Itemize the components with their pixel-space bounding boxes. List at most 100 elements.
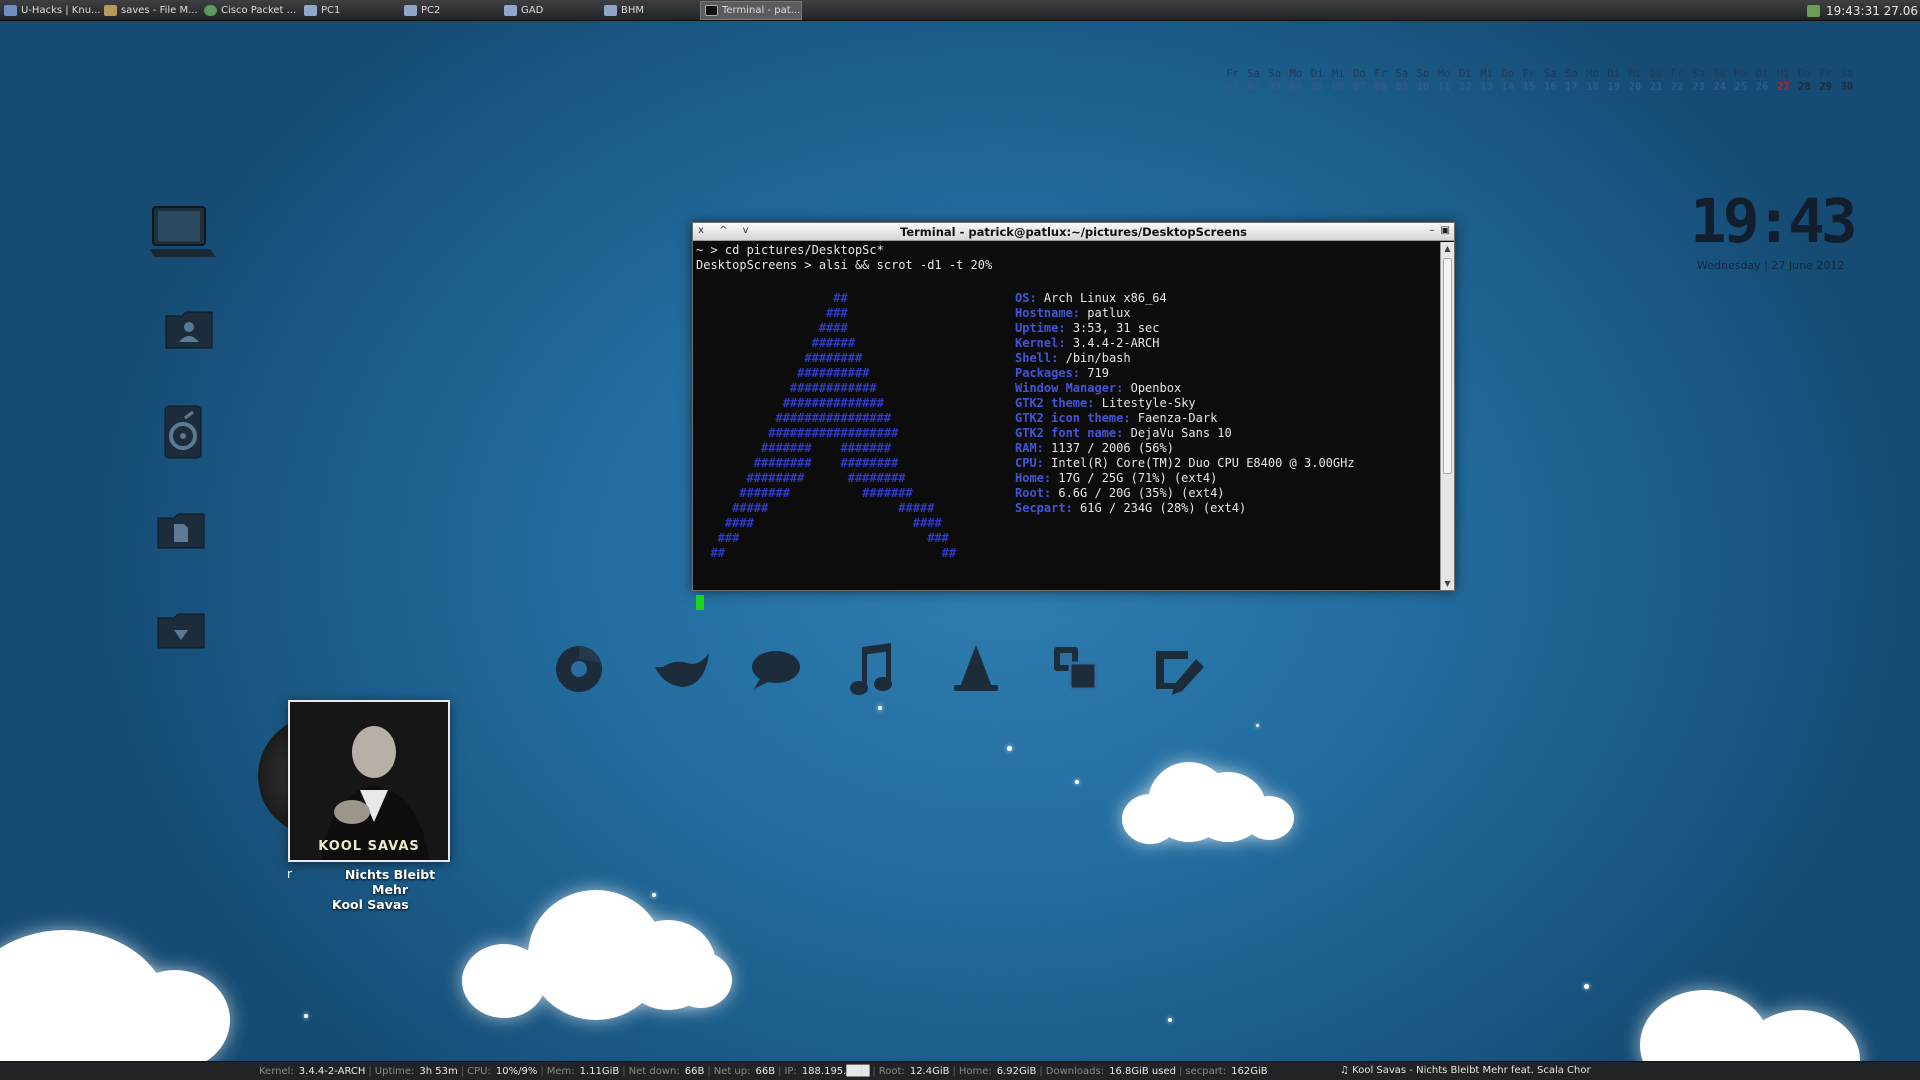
info-key: GTK2 icon theme: — [1015, 411, 1131, 425]
system-info: OS: Arch Linux x86_64 Hostname: patlux Upt… — [1015, 291, 1355, 516]
task-button[interactable]: saves - File M... — [100, 1, 200, 20]
network-icon[interactable] — [1806, 4, 1820, 17]
task-label: Terminal - pat... — [722, 5, 801, 16]
terminal-scrollbar[interactable]: ▲ ▼ — [1440, 242, 1454, 590]
music-icon[interactable] — [848, 643, 896, 703]
info-value: Litestyle-Sky — [1101, 396, 1196, 410]
minimize-icon[interactable]: – — [1430, 225, 1435, 236]
maximize-icon[interactable]: ▣ — [1441, 225, 1450, 236]
editor-icon[interactable] — [1154, 645, 1206, 701]
documents-folder-icon[interactable] — [156, 512, 206, 554]
status-item: Net down: 66B | — [628, 1065, 711, 1077]
status-value: 12.4GiB — [909, 1065, 950, 1077]
status-item: Uptime: 3h 53m | — [374, 1065, 465, 1077]
status-item: Root: 12.4GiB | — [878, 1065, 956, 1077]
terminal-title: Terminal - patrick@patlux:~/pictures/Des… — [900, 224, 1247, 239]
media-drive-icon[interactable] — [163, 404, 203, 464]
calendar-date: 23 — [1692, 81, 1705, 93]
calendar-day: Mi 20 — [1629, 68, 1650, 94]
window-icon — [504, 5, 517, 16]
window-icon — [404, 5, 417, 16]
terminal-titlebar[interactable]: x ^ v Terminal - patrick@patlux:~/pictur… — [693, 223, 1454, 241]
calendar-day: So 17 — [1565, 68, 1586, 94]
info-value: 6.6G / 20G (35%) (ext4) — [1058, 486, 1225, 500]
terminal-output[interactable]: ~ > cd pictures/DesktopSc* DesktopScreen… — [693, 242, 1440, 610]
scrollbar-thumb[interactable] — [1443, 258, 1452, 474]
calendar-date: 19 — [1607, 81, 1621, 93]
home-folder-icon[interactable] — [164, 310, 214, 354]
calendar-weekday: Do — [1798, 68, 1811, 80]
status-item: IP: 188.195.███ | — [784, 1065, 876, 1077]
task-button[interactable]: PC1 — [300, 1, 400, 20]
info-key: Root: — [1015, 486, 1052, 500]
calendar-weekday: Fr — [1522, 68, 1536, 80]
cloud-decoration — [120, 970, 230, 1070]
info-value: Arch Linux x86_64 — [1043, 291, 1167, 305]
calendar-day: Fr 08 — [1374, 68, 1395, 94]
calendar-weekday: Fr — [1374, 68, 1387, 80]
info-row: GTK2 icon theme: Faenza-Dark — [1015, 411, 1355, 426]
album-cover[interactable]: KOOL SAVAS — [288, 700, 450, 862]
now-playing-status[interactable]: ♫ Kool Savas - Nichts Bleibt Mehr feat. … — [1340, 1065, 1591, 1076]
tray-clock[interactable]: 19:43:31 27.06 — [1826, 4, 1918, 18]
star-decoration — [1750, 1014, 1753, 1017]
info-value: 3.4.4-2-ARCH — [1072, 336, 1160, 350]
task-button-active[interactable]: Terminal - pat... — [700, 1, 802, 20]
status-item: Mem: 1.11GiB | — [546, 1065, 626, 1077]
calendar-weekday: So — [1565, 68, 1578, 80]
info-row: Kernel: 3.4.4-2-ARCH — [1015, 336, 1355, 351]
status-key: secpart: — [1185, 1065, 1227, 1077]
calendar-date: 29 — [1819, 81, 1832, 93]
terminal-window[interactable]: x ^ v Terminal - patrick@patlux:~/pictur… — [692, 222, 1455, 610]
info-key: Window Manager: — [1015, 381, 1124, 395]
calendar-day: Do 21 — [1650, 68, 1671, 94]
calendar-date: 05 — [1310, 81, 1324, 93]
chrome-icon[interactable] — [553, 643, 605, 699]
status-key: Mem: — [546, 1065, 575, 1077]
vlc-icon[interactable] — [950, 643, 1002, 697]
scroll-down-icon[interactable]: ▼ — [1441, 579, 1454, 588]
calendar-date: 21 — [1649, 81, 1663, 93]
cloud-decoration — [670, 952, 732, 1008]
computer-icon[interactable] — [150, 205, 216, 263]
info-value: 1137 / 2006 (56%) — [1051, 441, 1174, 455]
info-value: Faenza-Dark — [1137, 411, 1218, 425]
calendar-weekday: Fr — [1819, 68, 1832, 80]
task-button[interactable]: GAD — [500, 1, 600, 20]
system-tray: 19:43:31 27.06 — [1806, 0, 1918, 21]
calendar-day: Fr 22 — [1671, 68, 1692, 94]
calendar-date: 22 — [1670, 81, 1684, 93]
window-control-buttons[interactable]: x ^ v — [698, 225, 755, 236]
task-button[interactable]: BHM — [600, 1, 700, 20]
calendar-day: Mo 11 — [1438, 68, 1459, 94]
window-icon — [604, 5, 617, 16]
virtualbox-icon[interactable] — [1052, 645, 1100, 697]
terminal-line: ~ > cd pictures/DesktopSc* — [696, 243, 884, 257]
calendar-day: Mi 06 — [1332, 68, 1353, 94]
star-decoration — [1256, 724, 1259, 727]
status-value: 3.4.4-2-ARCH — [298, 1065, 366, 1077]
task-label: PC1 — [321, 5, 341, 16]
task-button[interactable]: U-Hacks | Knu... — [0, 1, 100, 20]
scroll-up-icon[interactable]: ▲ — [1441, 244, 1454, 253]
info-value: DejaVu Sans 10 — [1130, 426, 1232, 440]
status-item: Kernel: 3.4.4-2-ARCH | — [259, 1065, 372, 1077]
calendar-weekday: Fr — [1226, 68, 1239, 80]
info-row: Packages: 719 — [1015, 366, 1355, 381]
task-label: GAD — [521, 5, 544, 16]
status-key: CPU: — [467, 1065, 491, 1077]
calendar-weekday: Sa — [1247, 68, 1260, 80]
info-row: Home: 17G / 25G (71%) (ext4) — [1015, 471, 1355, 486]
calendar-day: Fr 29 — [1819, 68, 1840, 94]
status-value: 3h 53m — [419, 1065, 458, 1077]
info-key: OS: — [1015, 291, 1037, 305]
status-item: Downloads: 16.8GiB used | — [1045, 1065, 1183, 1077]
track-artist: Kool Savas — [332, 897, 409, 912]
downloads-folder-icon[interactable] — [156, 612, 206, 654]
status-key: IP: — [784, 1065, 797, 1077]
thunderbird-icon[interactable] — [653, 645, 711, 695]
chat-icon[interactable] — [750, 649, 802, 695]
task-button[interactable]: Cisco Packet ... — [200, 1, 300, 20]
task-button[interactable]: PC2 — [400, 1, 500, 20]
status-item: Net up: 66B | — [713, 1065, 782, 1077]
